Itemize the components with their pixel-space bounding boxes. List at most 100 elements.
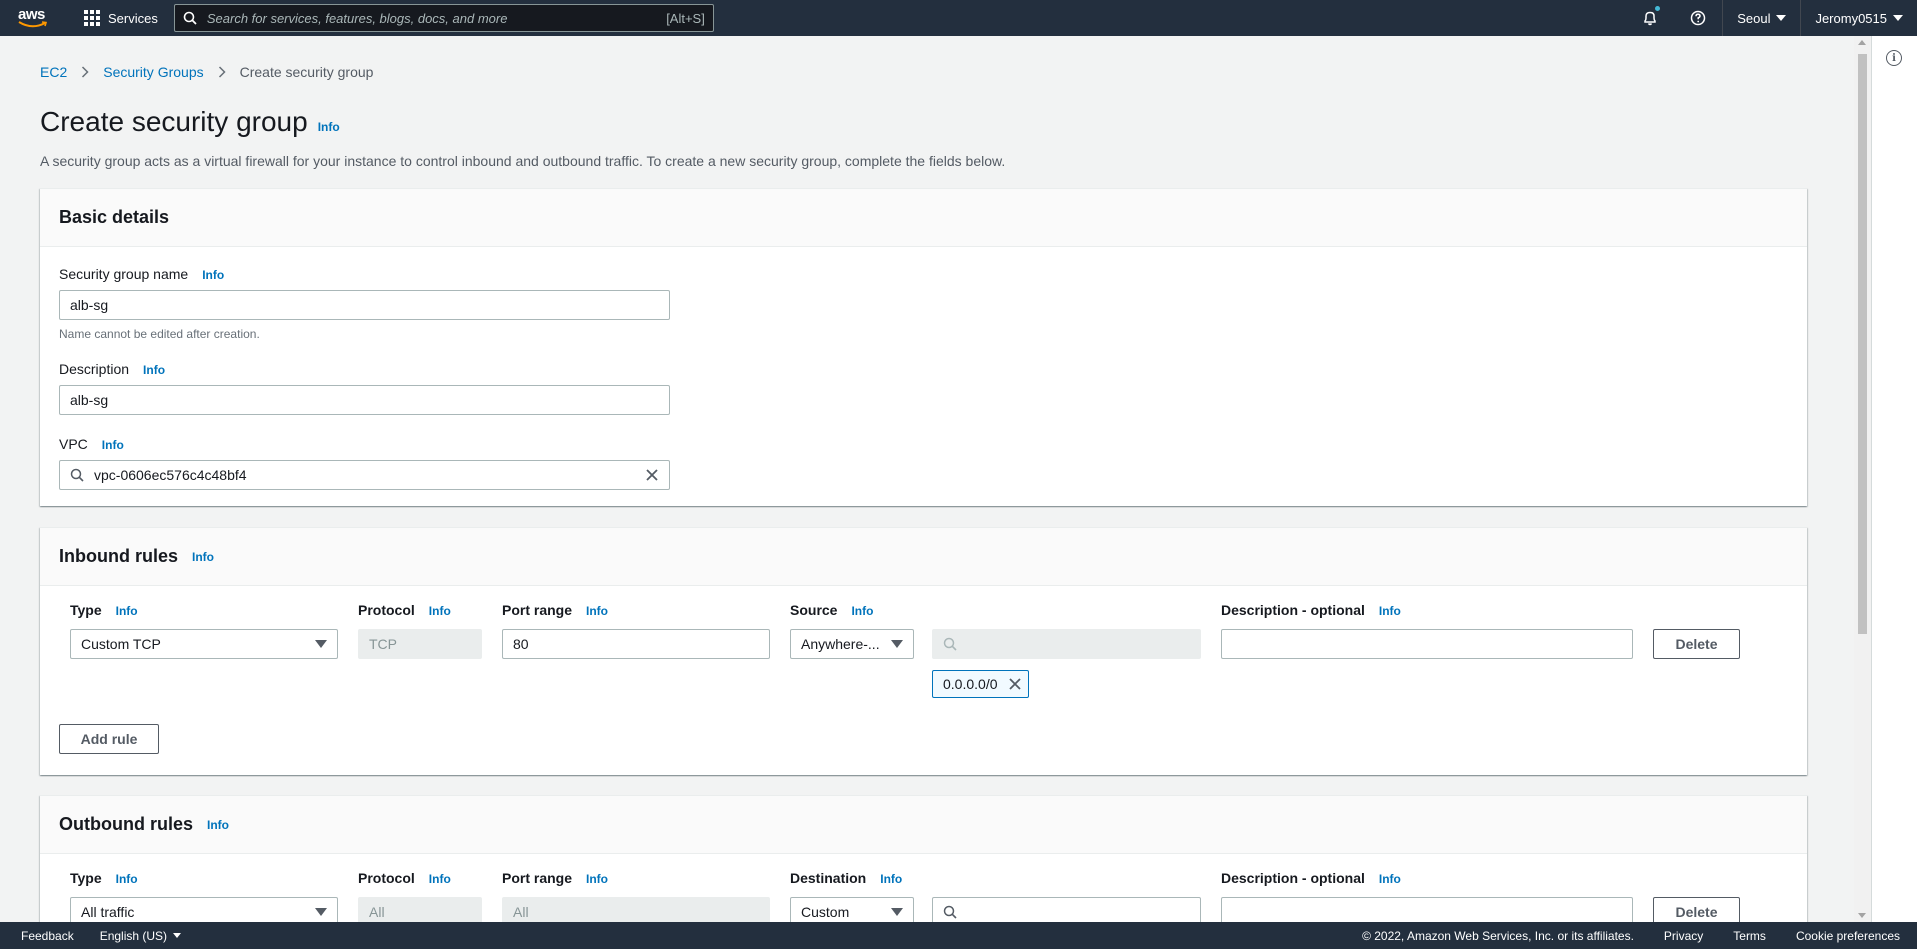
inbound-rules-panel: Inbound rules Info Type Info Protocol In…: [40, 527, 1807, 775]
name-info-link[interactable]: Info: [202, 268, 224, 282]
services-menu-button[interactable]: Services: [84, 10, 158, 26]
port-range-info-link[interactable]: Info: [586, 872, 608, 886]
col-type: Type Info: [70, 870, 138, 886]
col-description-label: Description - optional: [1221, 602, 1365, 618]
language-label: English (US): [99, 928, 168, 943]
col-port-range-label: Port range: [502, 602, 573, 618]
col-port-range-label: Port range: [502, 870, 573, 886]
clear-icon[interactable]: [645, 468, 659, 482]
cookie-preferences-link[interactable]: Cookie preferences: [1796, 929, 1900, 943]
inbound-rules-heading: Inbound rules: [59, 546, 178, 566]
description-info-link[interactable]: Info: [1379, 604, 1401, 618]
destination-info-link[interactable]: Info: [880, 872, 902, 886]
inbound-protocol-value: TCP: [369, 636, 397, 652]
search-icon: [943, 905, 957, 919]
inbound-description-input[interactable]: [1221, 629, 1633, 659]
breadcrumb-security-groups[interactable]: Security Groups: [103, 64, 203, 80]
col-type-label: Type: [70, 602, 102, 618]
grid-icon: [84, 10, 100, 26]
security-group-name-input[interactable]: alb-sg: [59, 290, 670, 320]
search-placeholder: Search for services, features, blogs, do…: [206, 10, 508, 26]
notification-dot: [1655, 6, 1661, 11]
help-button[interactable]: [1674, 0, 1722, 36]
account-menu[interactable]: Jeromy0515: [1800, 0, 1917, 36]
inbound-rules-header: Inbound rules Info: [40, 528, 1807, 586]
outbound-rules-panel: Outbound rules Info Type Info Protocol I…: [40, 795, 1807, 922]
type-info-link[interactable]: Info: [116, 604, 138, 618]
outbound-cidr-search-input[interactable]: [932, 897, 1201, 922]
inbound-port-range-input[interactable]: 80: [502, 629, 770, 659]
terms-link[interactable]: Terms: [1733, 929, 1766, 943]
outbound-description-input[interactable]: [1221, 897, 1633, 922]
description-info-link[interactable]: Info: [143, 363, 165, 377]
port-range-info-link[interactable]: Info: [586, 604, 608, 618]
search-icon: [183, 11, 197, 25]
description-label-text: Description: [59, 361, 130, 377]
protocol-info-link[interactable]: Info: [429, 872, 451, 886]
type-info-link[interactable]: Info: [116, 872, 138, 886]
search-input[interactable]: Search for services, features, blogs, do…: [173, 4, 714, 32]
language-selector[interactable]: English (US): [99, 928, 182, 943]
source-info-link[interactable]: Info: [851, 604, 873, 618]
aws-logo[interactable]: aws: [18, 6, 50, 30]
outbound-destination-value: Custom: [801, 904, 850, 920]
inbound-protocol-input: TCP: [358, 629, 482, 659]
outbound-port-range-input: All: [502, 897, 770, 922]
breadcrumb-current: Create security group: [239, 64, 374, 80]
security-group-name-label: Security group name Info: [59, 266, 224, 282]
outbound-destination-select[interactable]: Custom: [790, 897, 914, 922]
basic-details-heading: Basic details: [59, 207, 170, 227]
caret-down-icon: [891, 908, 903, 916]
inbound-cidr-search-input[interactable]: [932, 629, 1201, 659]
outbound-type-select[interactable]: All traffic: [70, 897, 338, 922]
chevron-right-icon: [218, 66, 226, 78]
outbound-delete-button[interactable]: Delete: [1653, 897, 1740, 922]
protocol-info-link[interactable]: Info: [429, 604, 451, 618]
account-name: Jeromy0515: [1815, 10, 1887, 26]
add-rule-button[interactable]: Add rule: [59, 724, 159, 754]
page-info-link[interactable]: Info: [318, 120, 340, 134]
scrollbar-thumb[interactable]: [1858, 54, 1867, 634]
remove-token-icon[interactable]: [1008, 677, 1022, 691]
info-icon[interactable]: i: [1886, 50, 1902, 66]
description-info-link[interactable]: Info: [1379, 872, 1401, 886]
feedback-link[interactable]: Feedback: [21, 929, 74, 943]
outbound-info-link[interactable]: Info: [207, 818, 229, 832]
vpc-input[interactable]: vpc-0606ec576c4c48bf4: [59, 460, 670, 490]
description-input[interactable]: alb-sg: [59, 385, 670, 415]
search-icon: [70, 468, 84, 482]
col-type: Type Info: [70, 602, 138, 618]
caret-down-icon: [891, 640, 903, 648]
col-port-range: Port range Info: [502, 602, 608, 618]
outbound-rules-header: Outbound rules Info: [40, 796, 1807, 854]
caret-down-icon: [1893, 15, 1903, 21]
col-type-label: Type: [70, 870, 102, 886]
col-protocol-label: Protocol: [358, 870, 415, 886]
inbound-source-select[interactable]: Anywhere-...: [790, 629, 914, 659]
vpc-label: VPC Info: [59, 436, 124, 452]
inbound-port-range-value: 80: [513, 636, 529, 652]
caret-down-icon: [1776, 15, 1787, 21]
main-content: EC2 Security Groups Create security grou…: [0, 36, 1854, 922]
privacy-link[interactable]: Privacy: [1664, 929, 1703, 943]
col-description: Description - optional Info: [1221, 870, 1401, 886]
top-navigation: aws Services Search for services, featur…: [0, 0, 1917, 36]
scroll-down-icon[interactable]: [1858, 913, 1866, 918]
page-description: A security group acts as a virtual firew…: [40, 153, 1006, 169]
notifications-button[interactable]: [1626, 0, 1674, 36]
vpc-info-link[interactable]: Info: [102, 438, 124, 452]
inbound-type-select[interactable]: Custom TCP: [70, 629, 338, 659]
inbound-delete-button[interactable]: Delete: [1653, 629, 1740, 659]
breadcrumb-ec2[interactable]: EC2: [40, 64, 67, 80]
caret-down-icon: [315, 908, 327, 916]
search-icon: [943, 637, 957, 651]
inbound-type-value: Custom TCP: [81, 636, 161, 652]
basic-details-header: Basic details: [40, 189, 1807, 247]
col-source: Source Info: [790, 602, 873, 618]
page-scrollbar[interactable]: [1854, 36, 1871, 922]
cidr-token: 0.0.0.0/0: [932, 670, 1029, 698]
inbound-info-link[interactable]: Info: [192, 550, 214, 564]
scroll-up-icon[interactable]: [1858, 40, 1866, 45]
vpc-input-value: vpc-0606ec576c4c48bf4: [94, 467, 247, 483]
region-selector[interactable]: Seoul: [1722, 0, 1800, 36]
